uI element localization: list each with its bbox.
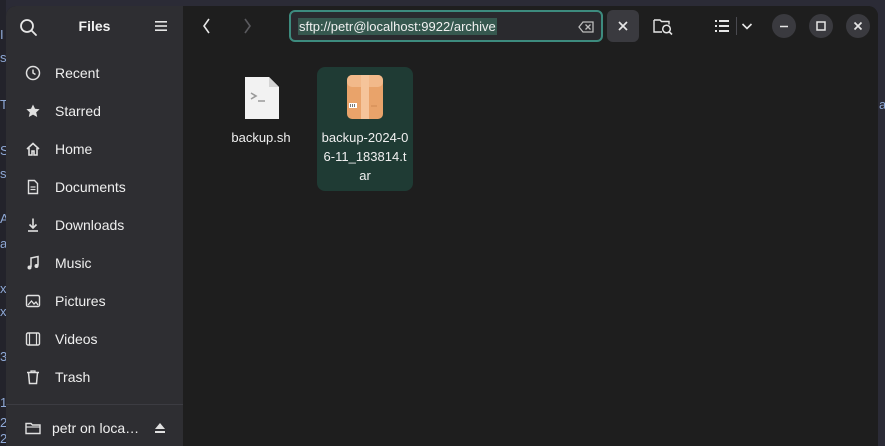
file-manager-window: Files Recent Starred Home Documents Down… — [6, 6, 878, 446]
script-file-icon — [237, 73, 285, 121]
sidebar-item-label: Downloads — [55, 217, 125, 233]
sidebar-item-documents[interactable]: Documents — [12, 170, 177, 204]
chevron-down-icon — [741, 23, 753, 30]
background-text-right: a — [879, 97, 885, 112]
sidebar-item-label: Videos — [55, 331, 98, 347]
sidebar-item-label: petr on loca… — [52, 420, 140, 436]
sidebar-item-label: Pictures — [55, 293, 106, 309]
minimize-button[interactable] — [772, 14, 796, 38]
chevron-left-icon — [203, 18, 210, 34]
close-window-button[interactable] — [846, 14, 870, 38]
file-item-backup-sh[interactable]: backup.sh — [213, 67, 309, 153]
chevron-right-icon — [244, 18, 251, 34]
sidebar-item-pictures[interactable]: Pictures — [12, 284, 177, 318]
back-button[interactable] — [195, 14, 219, 38]
toolbar-divider — [736, 17, 737, 35]
trash-icon — [24, 368, 42, 386]
location-entry[interactable]: sftp://petr@localhost:9922/archive — [289, 10, 603, 42]
download-icon — [24, 216, 42, 234]
sidebar-item-videos[interactable]: Videos — [12, 322, 177, 356]
eject-icon[interactable] — [152, 420, 168, 436]
file-name: backup.sh — [231, 130, 291, 145]
sidebar-item-recent[interactable]: Recent — [12, 56, 177, 90]
close-icon — [618, 21, 628, 31]
list-view-button[interactable] — [710, 14, 734, 38]
sidebar-item-label: Starred — [55, 103, 101, 119]
sidebar-item-trash[interactable]: Trash — [12, 360, 177, 394]
forward-button[interactable] — [235, 14, 259, 38]
sidebar-item-label: Music — [55, 255, 92, 271]
star-icon — [24, 102, 42, 120]
sidebar-item-label: Documents — [55, 179, 126, 195]
clear-text-icon[interactable] — [577, 18, 595, 36]
search-files-button[interactable] — [651, 14, 675, 38]
archive-file-icon — [341, 73, 389, 121]
search-folder-icon — [653, 19, 673, 36]
sidebar-item-music[interactable]: Music — [12, 246, 177, 280]
sidebar-item-home[interactable]: Home — [12, 132, 177, 166]
sidebar-item-starred[interactable]: Starred — [12, 94, 177, 128]
maximize-button[interactable] — [809, 14, 833, 38]
list-view-icon — [715, 20, 729, 32]
folder-icon — [24, 419, 42, 437]
sidebar-divider — [6, 404, 183, 405]
location-text[interactable]: sftp://petr@localhost:9922/archive — [298, 18, 497, 35]
sidebar-item-label: Home — [55, 141, 93, 157]
maximize-icon — [816, 21, 826, 31]
sidebar-item-label: Trash — [55, 369, 91, 385]
view-options-button[interactable] — [738, 14, 756, 38]
clock-icon — [24, 64, 42, 82]
sidebar-header: Files — [6, 6, 183, 46]
close-icon — [853, 21, 863, 31]
document-icon — [24, 178, 42, 196]
hamburger-menu-icon[interactable] — [152, 17, 170, 35]
file-item-backup-tar[interactable]: backup-2024-06-11_183814.tar — [317, 67, 413, 191]
minimize-icon — [780, 25, 788, 28]
content-area: sftp://petr@localhost:9922/archive backu… — [183, 6, 878, 446]
file-name: backup-2024-06-11_183814.tar — [321, 130, 409, 183]
cancel-location-button[interactable] — [607, 10, 639, 42]
sidebar: Files Recent Starred Home Documents Down… — [6, 6, 183, 446]
picture-icon — [24, 292, 42, 310]
sidebar-item-label: Recent — [55, 65, 100, 81]
sidebar-item-network-mount[interactable]: petr on loca… — [12, 412, 177, 444]
video-icon — [24, 330, 42, 348]
sidebar-item-downloads[interactable]: Downloads — [12, 208, 177, 242]
home-icon — [24, 140, 42, 158]
music-icon — [24, 254, 42, 272]
